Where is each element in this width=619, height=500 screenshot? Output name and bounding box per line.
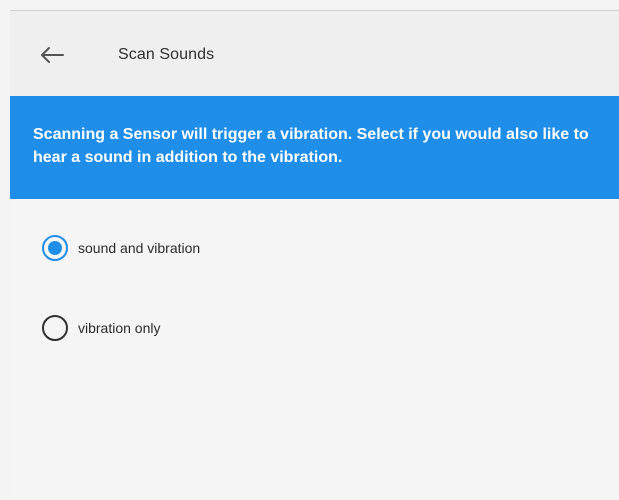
radio-button-unselected[interactable] xyxy=(42,315,68,341)
info-banner: Scanning a Sensor will trigger a vibrati… xyxy=(10,96,619,199)
page-title: Scan Sounds xyxy=(118,46,215,63)
vibration-only-option[interactable]: vibration only xyxy=(42,312,602,344)
vibration-only-label: vibration only xyxy=(78,320,161,336)
radio-selected-dot-icon xyxy=(48,241,62,255)
back-button[interactable] xyxy=(32,39,72,71)
scan-sound-options: sound and vibration vibration only xyxy=(42,232,602,344)
app-bar: Scan Sounds xyxy=(10,10,619,96)
sound-and-vibration-option[interactable]: sound and vibration xyxy=(42,232,602,264)
radio-button-selected[interactable] xyxy=(42,235,68,261)
scan-sounds-screen: Scan Sounds Scanning a Sensor will trigg… xyxy=(10,10,619,500)
sound-and-vibration-label: sound and vibration xyxy=(78,240,201,256)
info-banner-text: Scanning a Sensor will trigger a vibrati… xyxy=(33,126,589,166)
arrow-left-icon xyxy=(39,45,65,65)
